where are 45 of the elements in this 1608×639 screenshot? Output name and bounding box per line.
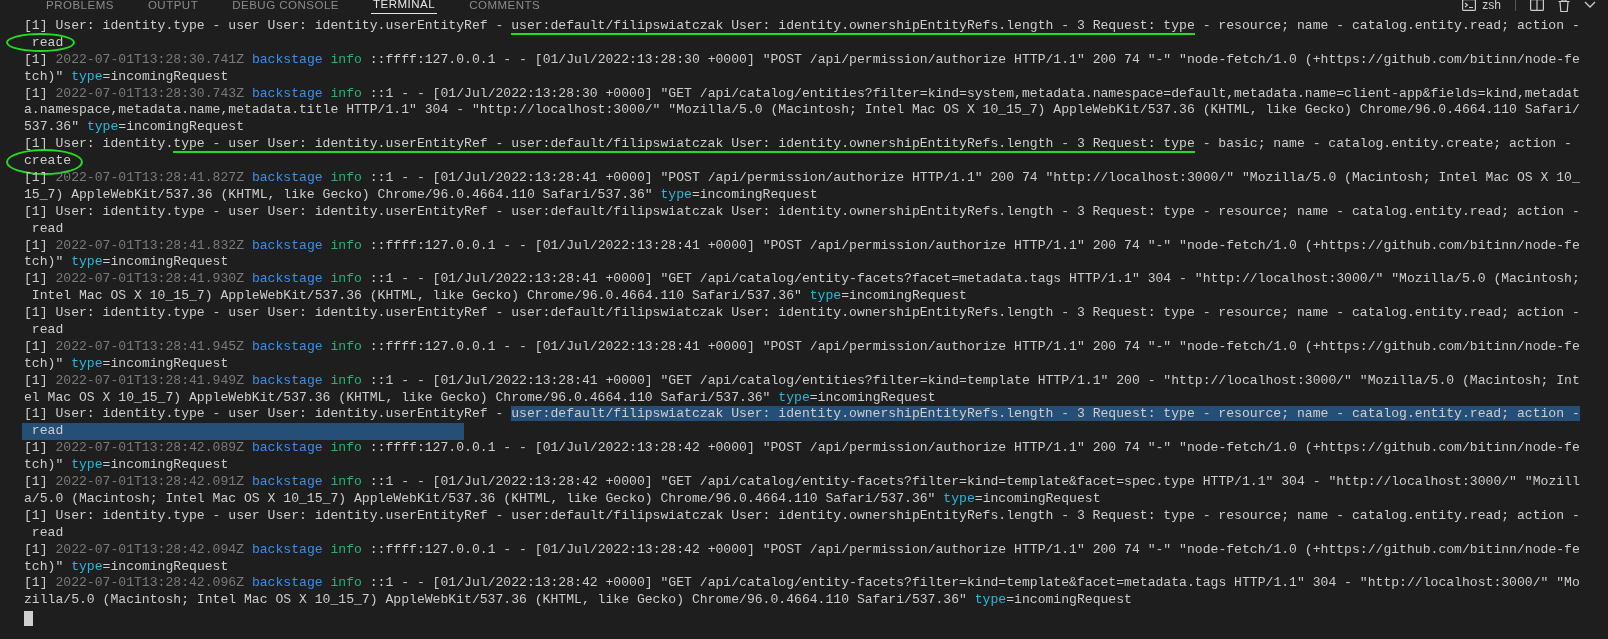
terminal-icon — [1462, 0, 1477, 11]
terminal-line: [1] User: identity.type - user User: identity.userEntityRef - user:default/filipswiatczak User: identity.ownershipEntityRefs.length - 3 Request: type - resource; name - catalog.entity.read; action - — [24, 18, 1580, 35]
terminal-line: [1] User: identity.type - user User: identity.userEntityRef - user:default/filipswiatczak User: identity.ownershipEntityRefs.length - 3 Request: type - basic; name - catalog.entity.create; action - — [24, 136, 1572, 154]
terminal-line: [1] 2022-07-01T13:28:41.827Z backstage info ::1 - - [01/Jul/2022:13:28:41 +0000] "POST /api/permission/authorize HTTP/1.1" 200 74 "http://localhost:3000/" "Mozilla/5.0 (Macintosh; Intel Mac OS X 10_ — [24, 170, 1580, 187]
terminal-line: a.namespace,metadata.name,metadata.title HTTP/1.1" 304 - "http://localhost:3000/" "Mozilla/5.0 (Macintosh; Intel Mac OS X 10_15_7) AppleWebKit/537.36 (KHTML, like Gecko) Chrome/96.0.4664.110 Safari/ — [24, 102, 1580, 120]
terminal-line: tch)" type=incomingRequest — [24, 68, 229, 86]
terminal-line: [1] User: identity.type - user User: identity.userEntityRef - user:default/filipswiatczak User: identity.ownershipEntityRefs.length - 3 Request: type - resource; name - catalog.entity.read; action - — [24, 305, 1580, 323]
chevron-icon[interactable] — [1584, 1, 1596, 9]
terminal-line: [1] 2022-07-01T13:28:41.949Z backstage info ::1 - - [01/Jul/2022:13:28:41 +0000] "GET /api/catalog/entities?filter=kind=template HTTP/1.1" 200 - "http://localhost:3000/" "Mozilla/5.0 (Macintosh; Int — [24, 372, 1580, 390]
terminal-line: tch)" type=incomingRequest — [24, 254, 229, 272]
terminal-cursor — [24, 611, 33, 627]
terminal-line: [1] 2022-07-01T13:28:42.089Z backstage info ::ffff:127.0.0.1 - - [01/Jul/2022:13:28:42 +0000] "POST /api/permission/authorize HTTP/1.1" 200 74 "-" "node-fetch/1.0 (+https://github.com/bitinn/node-fe — [24, 440, 1580, 458]
panel-tab[interactable]: COMMENTS — [467, 0, 543, 14]
panel-tab[interactable]: PROBLEMS — [44, 0, 116, 14]
panel-tab[interactable]: DEBUG CONSOLE — [230, 0, 342, 14]
split-icon[interactable] — [1530, 0, 1544, 11]
terminal-line: 537.36" type=incomingRequest — [24, 119, 245, 137]
terminal-line: read — [30, 220, 64, 238]
terminal-line: tch)" type=incomingRequest — [24, 457, 229, 475]
panel-tab[interactable]: TERMINAL — [371, 0, 438, 14]
terminal-line: [1] 2022-07-01T13:28:30.741Z backstage info ::ffff:127.0.0.1 - - [01/Jul/2022:13:28:30 +0000] "POST /api/permission/authorize HTTP/1.1" 200 74 "-" "node-fetch/1.0 (+https://github.com/bitinn/node-fe — [24, 51, 1580, 69]
terminal-line: tch)" type=incomingRequest — [24, 558, 229, 576]
terminal-line: read — [30, 524, 64, 542]
terminal-line: zilla/5.0 (Macintosh; Intel Mac OS X 10_15_7) AppleWebKit/537.36 (KHTML, like Gecko) Chrome/96.0.4664.110 Safari/537.36" type=incomingRequest — [24, 592, 1132, 610]
terminal-line: [1] 2022-07-01T13:28:42.091Z backstage info ::1 - - [01/Jul/2022:13:28:42 +0000] "GET /api/catalog/entity-facets?filter=kind=template&facet=spec.type HTTP/1.1" 304 - "http://localhost:3000/" "Mozill — [24, 474, 1580, 491]
terminal-line: [1] 2022-07-01T13:28:42.094Z backstage info ::ffff:127.0.0.1 - - [01/Jul/2022:13:28:42 +0000] "POST /api/permission/authorize HTTP/1.1" 200 74 "-" "node-fetch/1.0 (+https://github.com/bitinn/node-fe — [24, 541, 1580, 559]
terminal-line: [1] User: identity.type - user User: identity.userEntityRef - user:default/filipswiatczak User: identity.ownershipEntityRefs.length - 3 Request: type - resource; name - catalog.entity.read; action - — [24, 406, 1580, 424]
terminal-line: [1] 2022-07-01T13:28:30.743Z backstage info ::1 - - [01/Jul/2022:13:28:30 +0000] "GET /api/catalog/entities?filter=kind=system,metadata.namespace=default,metadata.name=client-app&fields=kind,metadat — [24, 85, 1580, 103]
terminal-line: [1] 2022-07-01T13:28:41.832Z backstage info ::ffff:127.0.0.1 - - [01/Jul/2022:13:28:41 +0000] "POST /api/permission/authorize HTTP/1.1" 200 74 "-" "node-fetch/1.0 (+https://github.com/bitinn/node-fe — [24, 237, 1580, 255]
terminal-line: 15_7) AppleWebKit/537.36 (KHTML, like Gecko) Chrome/96.0.4664.110 Safari/537.36" type=incomingRequest — [24, 186, 818, 204]
terminal-line: read — [30, 34, 64, 52]
panel-tab[interactable]: OUTPUT — [145, 0, 201, 14]
terminal-line: [1] 2022-07-01T13:28:42.096Z backstage info ::1 - - [01/Jul/2022:13:28:42 +0000] "GET /api/catalog/entity-facets?filter=kind=template&facet=metadata.tags HTTP/1.1" 304 - "http://localhost:3000/" "Mo — [24, 575, 1580, 593]
terminal-line: [1] User: identity.type - user User: identity.userEntityRef - user:default/filipswiatczak User: identity.ownershipEntityRefs.length - 3 Request: type - resource; name - catalog.entity.read; action - — [24, 203, 1580, 221]
terminal-line: Intel Mac OS X 10_15_7) AppleWebKit/537.36 (KHTML, like Gecko) Chrome/96.0.4664.110 Safari/537.36" type=incomingRequest — [30, 288, 967, 306]
terminal-line: create — [24, 153, 72, 170]
trash-icon[interactable] — [1558, 0, 1570, 12]
terminal-line: [1] 2022-07-01T13:28:41.930Z backstage info ::1 - - [01/Jul/2022:13:28:41 +0000] "GET /api/catalog/entity-facets?facet=metadata.tags HTTP/1.1" 304 - "http://localhost:3000/" "Mozilla/5.0 (Macintosh; — [24, 271, 1580, 289]
terminal-line: tch)" type=incomingRequest — [24, 355, 229, 373]
terminal-line: [1] User: identity.type - user User: identity.userEntityRef - user:default/filipswiatczak User: identity.ownershipEntityRefs.length - 3 Request: type - resource; name - catalog.entity.read; action - — [24, 507, 1580, 525]
terminal-line: el Mac OS X 10_15_7) AppleWebKit/537.36 (KHTML, like Gecko) Chrome/96.0.4664.110 Safari/537.36" type=incomingRequest — [24, 389, 936, 407]
shell-name[interactable]: zsh — [1482, 0, 1501, 12]
terminal-line: read — [30, 322, 64, 339]
terminal-line: [1] 2022-07-01T13:28:41.945Z backstage info ::ffff:127.0.0.1 - - [01/Jul/2022:13:28:41 +0000] "POST /api/permission/authorize HTTP/1.1" 200 74 "-" "node-fetch/1.0 (+https://github.com/bitinn/node-fe — [24, 338, 1580, 356]
terminal-line: a/5.0 (Macintosh; Intel Mac OS X 10_15_7) AppleWebKit/537.36 (KHTML, like Gecko) Chrome/96.0.4664.110 Safari/537.36" type=incomingRequest — [24, 490, 1101, 508]
